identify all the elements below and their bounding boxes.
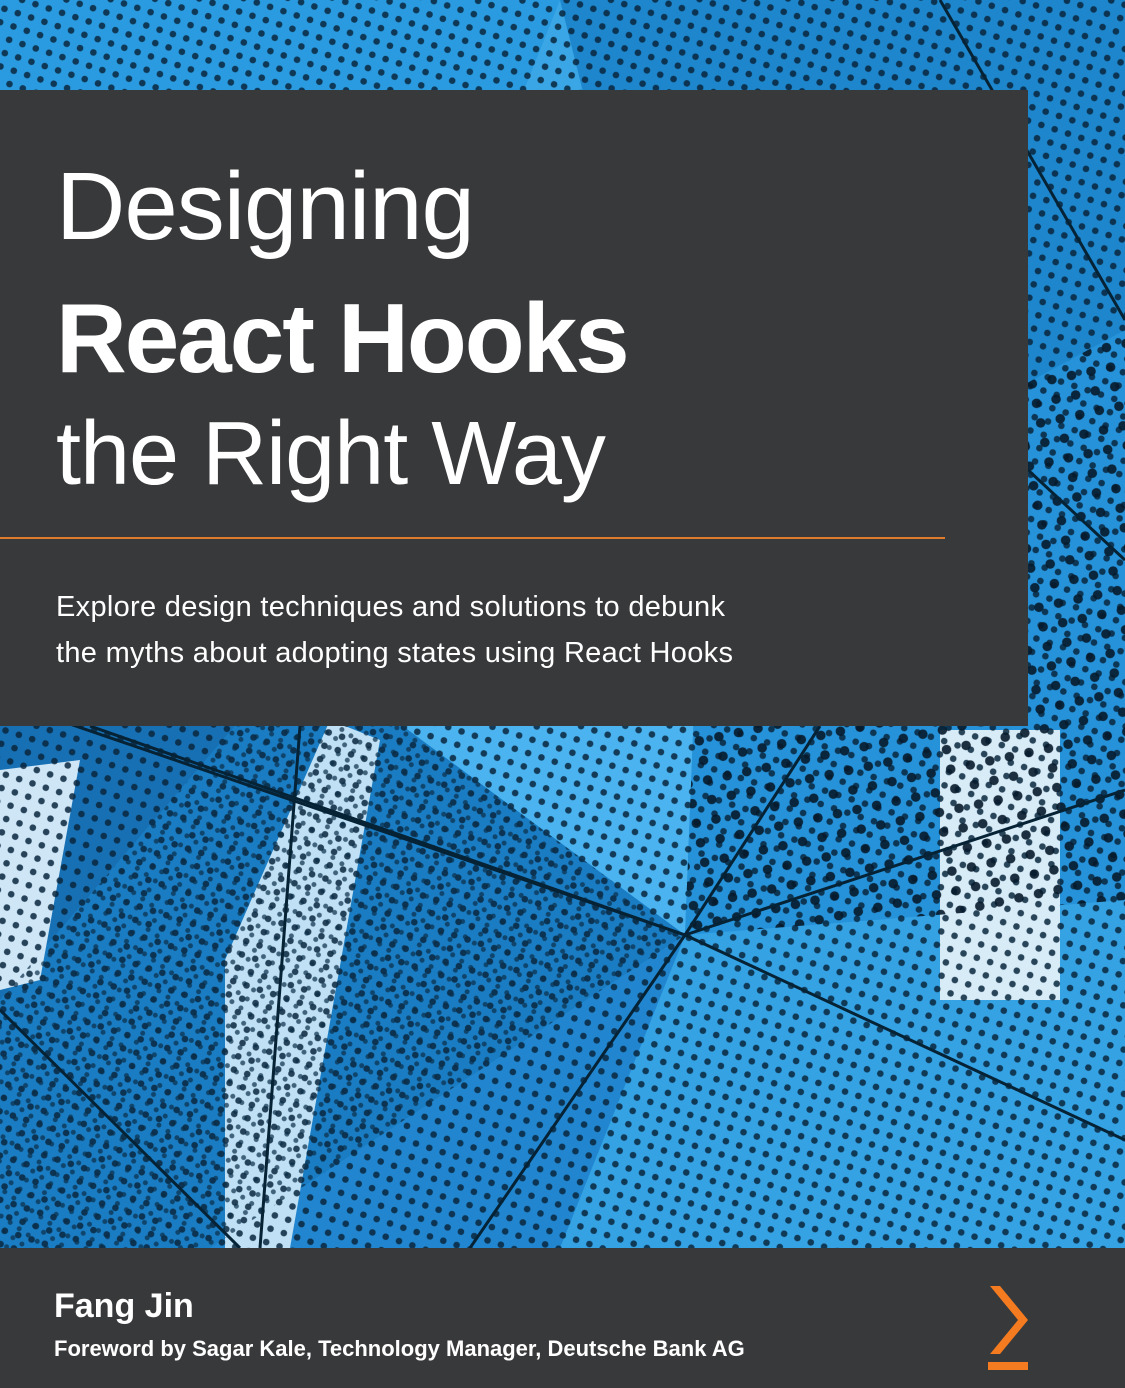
title-panel: Designing React Hooks the Right Way Expl… [0,90,1028,726]
title-line-2: React Hooks [56,283,630,393]
foreword-credit: Foreword by Sagar Kale, Technology Manag… [54,1336,745,1361]
packt-chevron-logo-icon [988,1286,1028,1370]
subtitle: Explore design techniques and solutions … [56,584,733,676]
subtitle-line-1: Explore design techniques and solutions … [56,591,726,623]
author-name: Fang Jin [54,1287,194,1325]
title-line-1: Designing [56,153,475,260]
footer-band: Fang Jin Foreword by Sagar Kale, Technol… [0,1248,1125,1388]
subtitle-line-2: the myths about adopting states using Re… [56,637,734,669]
book-cover: Designing React Hooks the Right Way Expl… [0,0,1125,1388]
title-line-3: the Right Way [56,404,606,504]
orange-divider [0,537,945,539]
